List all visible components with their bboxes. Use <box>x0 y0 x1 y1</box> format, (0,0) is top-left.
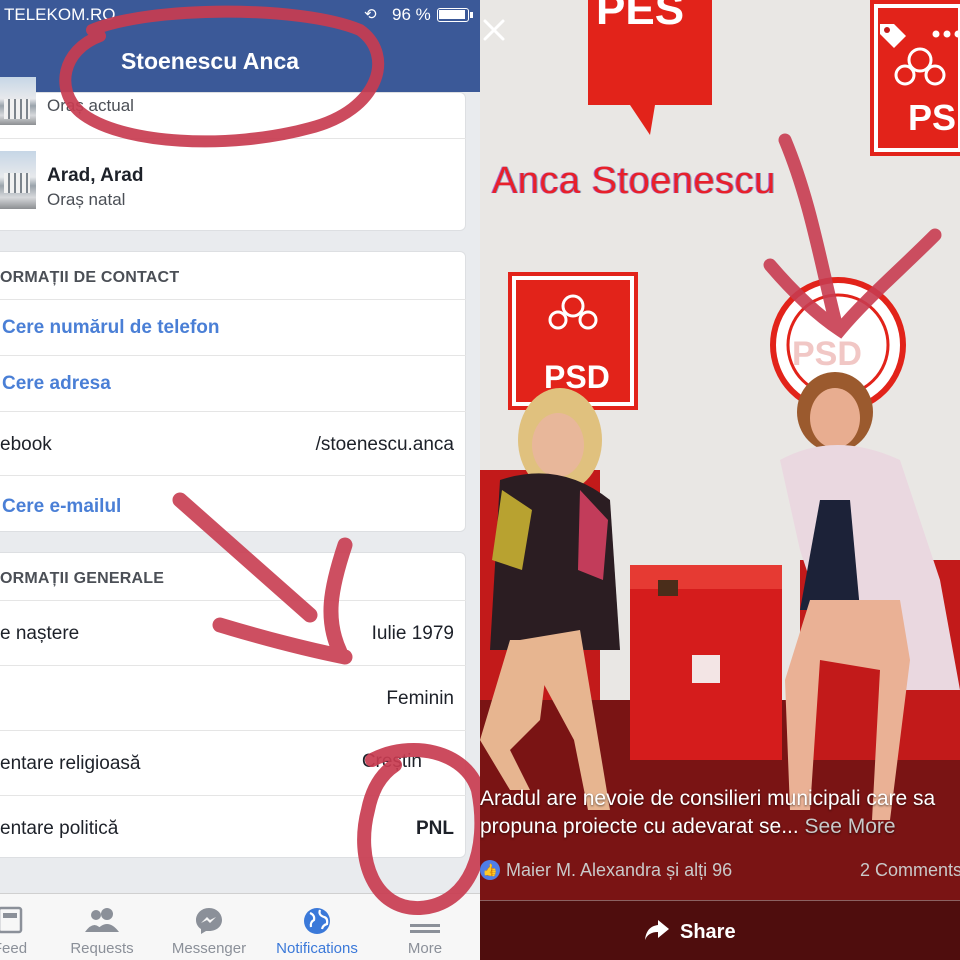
close-icon[interactable] <box>482 18 506 47</box>
tab-more[interactable]: More <box>375 894 475 960</box>
reactions-row[interactable]: 👍 Maier M. Alexandra și alți 96 2 Commen… <box>480 858 960 884</box>
tag-icon[interactable] <box>878 20 908 55</box>
info-value: Creștin <box>361 751 422 772</box>
status-bar: TELEKOM.RO ⟲ 96 % <box>0 0 480 30</box>
facebook-label: ebook <box>0 434 52 455</box>
comments-count[interactable]: 2 Comments <box>860 860 960 881</box>
tab-label: Messenger <box>171 940 247 957</box>
share-arrow-icon <box>644 919 670 947</box>
menu-icon <box>410 906 440 938</box>
tab-label: Feed <box>0 940 28 957</box>
battery-percentage: 96 % <box>392 5 431 24</box>
places-card: Oraș actual Arad, Arad Oraș natal <box>0 77 466 232</box>
likes-text[interactable]: Maier M. Alexandra și alți 96 <box>506 860 732 881</box>
info-value: PNL <box>416 818 454 839</box>
globe-icon <box>302 906 332 940</box>
request-phone-link[interactable]: Cere numărul de telefon <box>2 317 220 339</box>
city-thumbnail <box>0 77 36 125</box>
info-label: entare religioasă <box>0 753 141 774</box>
birthdate-row: e naștere Iulie 1979 <box>0 600 466 665</box>
political-row: entare politică PNL <box>0 795 466 859</box>
tab-requests[interactable]: Requests <box>52 894 152 960</box>
info-value: Feminin <box>386 688 454 709</box>
tab-label: Notifications <box>276 940 358 957</box>
photo-viewer: PES PSD PSD PSD A <box>480 0 960 960</box>
info-value: Iulie 1979 <box>371 623 454 644</box>
profile-name-title: Stoenescu Anca <box>120 48 300 74</box>
email-row[interactable]: Cere e-mailul <box>0 475 466 533</box>
share-label: Share <box>680 921 736 943</box>
tab-notifications[interactable]: Notifications <box>262 894 372 960</box>
contact-info-card: ORMAȚII DE CONTACT Cere numărul de telef… <box>0 251 466 532</box>
facebook-profile-screen: TELEKOM.RO ⟲ 96 % Stoenescu Anca Oraș ac… <box>0 0 480 960</box>
general-section-header: ORMAȚII GENERALE <box>0 570 165 587</box>
tab-label: More <box>407 940 443 957</box>
battery-icon <box>437 8 469 22</box>
info-label: entare politică <box>0 818 119 839</box>
info-label: e naștere <box>0 623 80 644</box>
more-options-icon[interactable] <box>932 26 960 44</box>
see-more-link[interactable]: See More <box>805 815 896 838</box>
tab-feed[interactable]: Feed <box>0 894 60 960</box>
post-caption: Aradul are nevoie de consilieri municipa… <box>480 785 960 841</box>
facebook-username[interactable]: /stoenescu.anca <box>316 434 454 456</box>
gender-row: Feminin <box>0 665 466 730</box>
contact-section-header: ORMAȚII DE CONTACT <box>0 269 180 286</box>
place-row-current[interactable]: Oraș actual <box>0 77 466 138</box>
facebook-row[interactable]: ebook /stoenescu.anca <box>0 411 466 475</box>
carrier-name: TELEKOM.RO <box>4 5 116 24</box>
rotation-lock-icon: ⟲ <box>364 6 377 23</box>
tab-label: Requests <box>70 940 134 957</box>
place-subtitle: Oraș natal <box>47 190 126 209</box>
place-row-hometown[interactable]: Arad, Arad Oraș natal <box>0 138 466 232</box>
navigation-bar: Stoenescu Anca <box>0 30 480 92</box>
share-bar: Share <box>480 900 960 960</box>
bottom-tab-bar: Feed Requests Messenger Notifications Mo… <box>0 893 480 960</box>
request-email-link[interactable]: Cere e-mailul <box>2 496 121 518</box>
like-icon: 👍 <box>480 860 500 880</box>
phone-row[interactable]: Cere numărul de telefon <box>0 299 466 355</box>
address-row[interactable]: Cere adresa <box>0 355 466 411</box>
share-button[interactable]: Share <box>645 920 736 944</box>
general-info-card: ORMAȚII GENERALE e naștere Iulie 1979 Fe… <box>0 552 466 858</box>
request-address-link[interactable]: Cere adresa <box>2 373 111 395</box>
religion-row: entare religioasă Creștin <box>0 730 466 795</box>
news-feed-icon <box>0 906 23 938</box>
place-title: Arad, Arad <box>47 165 144 186</box>
place-subtitle: Oraș actual <box>47 96 134 115</box>
city-thumbnail <box>0 151 36 209</box>
friends-icon <box>85 906 119 936</box>
tab-messenger[interactable]: Messenger <box>159 894 259 960</box>
messenger-icon <box>194 906 224 940</box>
